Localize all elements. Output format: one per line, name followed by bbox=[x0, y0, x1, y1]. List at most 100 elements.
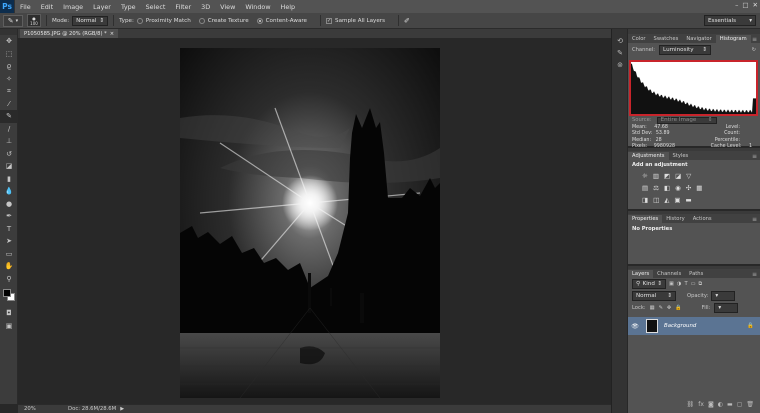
blend-mode-select[interactable]: Normal ⇕ bbox=[632, 291, 676, 301]
selective-color-icon[interactable]: ▣ bbox=[674, 196, 680, 204]
zoom-level[interactable]: 20% bbox=[18, 406, 40, 412]
gradient-map-icon[interactable]: ▬ bbox=[685, 196, 691, 204]
lock-pixels-icon[interactable]: ✎ bbox=[658, 305, 662, 311]
content-aware-radio[interactable]: Content-Aware bbox=[256, 17, 307, 24]
brightness-icon[interactable]: ☼ bbox=[642, 172, 648, 180]
tab-channels[interactable]: Channels bbox=[653, 270, 685, 278]
layer-style-icon[interactable]: fx bbox=[698, 401, 704, 411]
crop-tool-icon[interactable]: ⌗ bbox=[0, 85, 18, 98]
brush-size-picker[interactable]: ● 100 bbox=[27, 14, 41, 27]
tab-actions[interactable]: Actions bbox=[689, 215, 716, 223]
dodge-tool-icon[interactable]: ● bbox=[0, 198, 18, 211]
tab-paths[interactable]: Paths bbox=[685, 270, 707, 278]
source-select[interactable]: Entire Image ⇕ bbox=[656, 116, 717, 124]
brush-tool-icon[interactable]: / bbox=[0, 123, 18, 136]
lock-transparent-icon[interactable]: ▦ bbox=[650, 305, 655, 311]
gradient-tool-icon[interactable]: ▮ bbox=[0, 173, 18, 186]
black-white-icon[interactable]: ◧ bbox=[664, 184, 670, 192]
opacity-field[interactable]: ▾ bbox=[711, 291, 736, 301]
menu-view[interactable]: View bbox=[215, 3, 240, 11]
filter-smart-icon[interactable]: ⧉ bbox=[699, 281, 703, 288]
minimize-button[interactable]: – bbox=[735, 1, 738, 9]
tab-properties[interactable]: Properties bbox=[628, 215, 663, 223]
filter-shape-icon[interactable]: ▭ bbox=[691, 281, 696, 287]
lock-position-icon[interactable]: ✥ bbox=[667, 305, 671, 311]
history-icon[interactable]: ⟲ bbox=[612, 35, 628, 47]
photo-filter-icon[interactable]: ◉ bbox=[675, 184, 681, 192]
brush-panel-icon[interactable]: ✎ bbox=[612, 47, 628, 59]
layer-mask-icon[interactable]: ◙ bbox=[708, 401, 714, 411]
panel-menu-icon[interactable]: ≡ bbox=[752, 36, 757, 43]
menu-3d[interactable]: 3D bbox=[196, 3, 215, 11]
foreground-color[interactable] bbox=[3, 289, 11, 297]
levels-icon[interactable]: ▥ bbox=[653, 172, 659, 180]
canvas-area[interactable] bbox=[18, 38, 611, 404]
pen-tool-icon[interactable]: ✒ bbox=[0, 210, 18, 223]
workspace-switcher[interactable]: Essentials ▾ bbox=[704, 15, 756, 26]
create-texture-radio[interactable]: Create Texture bbox=[198, 17, 249, 24]
tab-layers[interactable]: Layers bbox=[628, 270, 654, 278]
clone-source-icon[interactable]: ⊚ bbox=[612, 59, 628, 71]
eraser-tool-icon[interactable]: ◪ bbox=[0, 160, 18, 173]
lock-all-icon[interactable]: 🔒 bbox=[675, 305, 681, 311]
clone-stamp-tool-icon[interactable]: ⊥ bbox=[0, 135, 18, 148]
new-adjustment-icon[interactable]: ◐ bbox=[718, 401, 723, 411]
posterize-icon[interactable]: ◫ bbox=[653, 196, 659, 204]
vibrance-icon[interactable]: ▽ bbox=[686, 172, 691, 180]
menu-file[interactable]: File bbox=[15, 3, 36, 11]
link-layers-icon[interactable]: ⛓ bbox=[687, 401, 695, 411]
tab-navigator[interactable]: Navigator bbox=[682, 35, 715, 43]
type-tool-icon[interactable]: T bbox=[0, 223, 18, 236]
status-menu-arrow-icon[interactable]: ▶ bbox=[120, 406, 124, 412]
history-brush-tool-icon[interactable]: ↺ bbox=[0, 148, 18, 161]
pressure-size-icon[interactable]: ✐ bbox=[404, 17, 410, 25]
filter-type-icon[interactable]: T bbox=[684, 281, 687, 287]
color-swatches[interactable] bbox=[0, 285, 17, 307]
fill-field[interactable]: ▾ bbox=[714, 303, 739, 313]
refresh-icon[interactable]: ↻ bbox=[752, 47, 756, 53]
threshold-icon[interactable]: ◭ bbox=[664, 196, 669, 204]
filter-pixel-icon[interactable]: ▣ bbox=[669, 281, 674, 287]
panel-menu-icon[interactable]: ≡ bbox=[752, 216, 757, 223]
hue-saturation-icon[interactable]: ▤ bbox=[642, 184, 648, 192]
color-balance-icon[interactable]: ⚖ bbox=[653, 184, 659, 192]
menu-filter[interactable]: Filter bbox=[170, 3, 196, 11]
quick-mask-icon[interactable]: ◘ bbox=[0, 307, 18, 320]
menu-window[interactable]: Window bbox=[240, 3, 275, 11]
close-tab-icon[interactable]: × bbox=[110, 31, 114, 37]
panel-menu-icon[interactable]: ≡ bbox=[752, 153, 757, 160]
new-layer-icon[interactable]: ▢ bbox=[737, 401, 743, 411]
tab-adjustments[interactable]: Adjustments bbox=[628, 152, 669, 160]
tab-history[interactable]: History bbox=[662, 215, 688, 223]
layer-row-background[interactable]: 👁 Background 🔒 bbox=[628, 317, 760, 335]
lasso-tool-icon[interactable]: ϱ bbox=[0, 60, 18, 73]
mode-select[interactable]: Normal ⇕ bbox=[72, 15, 109, 26]
invert-icon[interactable]: ◨ bbox=[642, 196, 648, 204]
zoom-tool-icon[interactable]: ⚲ bbox=[0, 273, 18, 286]
close-button[interactable]: ✕ bbox=[753, 1, 758, 9]
curves-icon[interactable]: ◩ bbox=[664, 172, 670, 180]
document-tab[interactable]: P1050585.JPG @ 20% (RGB/8) * × bbox=[20, 29, 119, 38]
move-tool-icon[interactable]: ✥ bbox=[0, 35, 18, 48]
shape-tool-icon[interactable]: ▭ bbox=[0, 248, 18, 261]
tab-swatches[interactable]: Swatches bbox=[650, 35, 683, 43]
restore-button[interactable]: □ bbox=[742, 1, 748, 9]
proximity-match-radio[interactable]: Proximity Match bbox=[136, 17, 191, 24]
menu-layer[interactable]: Layer bbox=[88, 3, 116, 11]
eye-icon[interactable]: 👁 bbox=[628, 323, 642, 330]
menu-edit[interactable]: Edit bbox=[36, 3, 58, 11]
screen-mode-icon[interactable]: ▣ bbox=[0, 320, 18, 333]
tool-preset-picker[interactable]: ✎ ▾ bbox=[3, 14, 23, 27]
exposure-icon[interactable]: ◪ bbox=[675, 172, 681, 180]
menu-select[interactable]: Select bbox=[141, 3, 171, 11]
tab-histogram[interactable]: Histogram bbox=[715, 35, 751, 43]
menu-image[interactable]: Image bbox=[58, 3, 88, 11]
menu-type[interactable]: Type bbox=[116, 3, 141, 11]
color-lookup-icon[interactable]: ▦ bbox=[696, 184, 702, 192]
delete-layer-icon[interactable]: 🗑 bbox=[746, 401, 754, 411]
new-group-icon[interactable]: ▬ bbox=[727, 401, 733, 411]
layer-filter-select[interactable]: ⚲ Kind ⇕ bbox=[632, 279, 666, 289]
marquee-tool-icon[interactable]: ⬚ bbox=[0, 48, 18, 61]
panel-menu-icon[interactable]: ≡ bbox=[752, 271, 757, 278]
spot-healing-tool-icon[interactable]: ✎ bbox=[0, 110, 18, 123]
